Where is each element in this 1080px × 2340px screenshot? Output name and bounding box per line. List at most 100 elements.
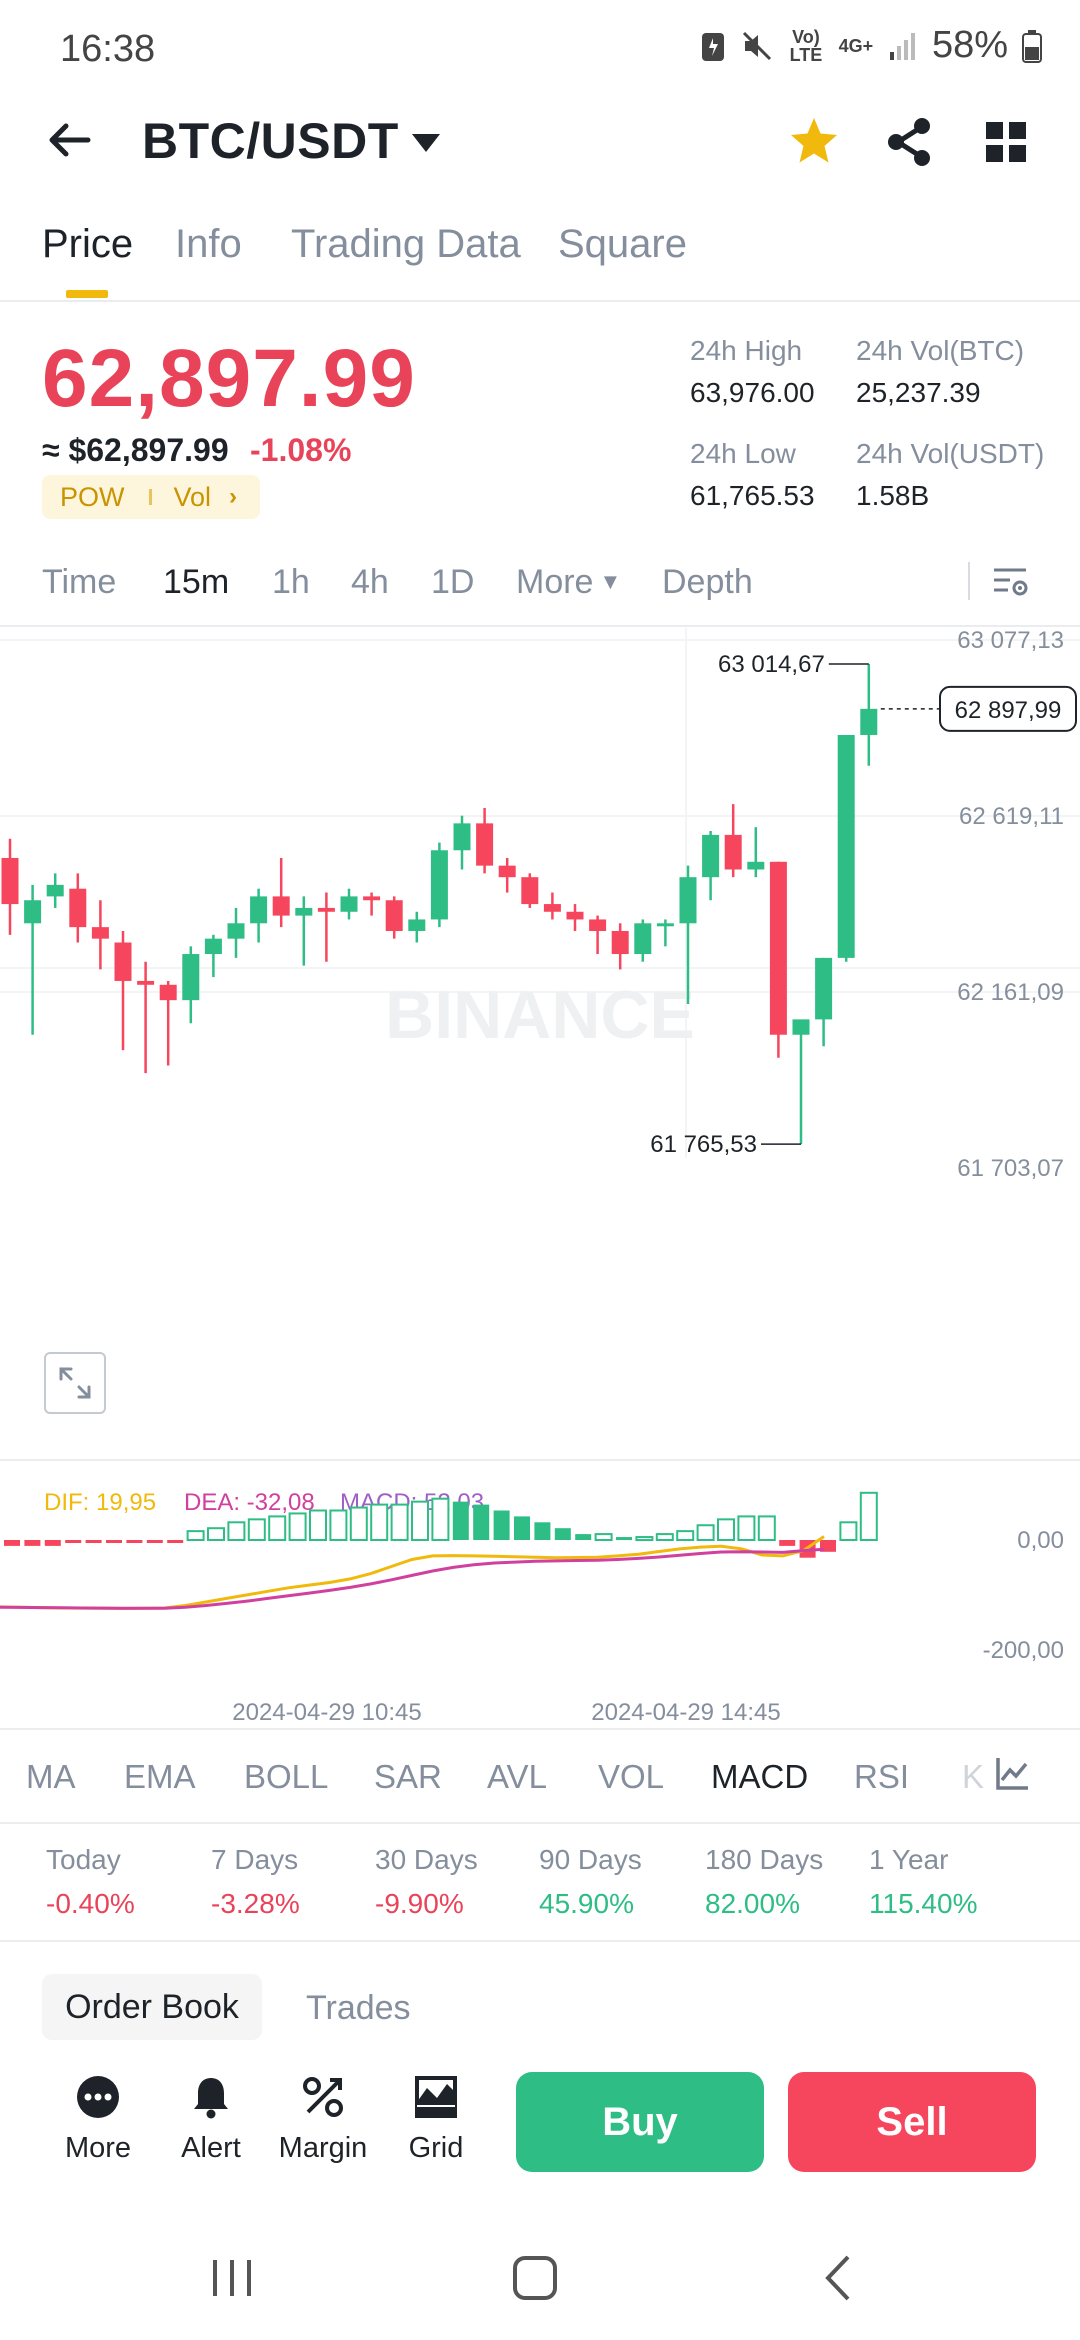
indicator-macd[interactable]: MACD bbox=[711, 1758, 808, 1796]
alert-button[interactable]: Alert bbox=[161, 2072, 261, 2182]
interval-1h[interactable]: 1h bbox=[272, 563, 310, 602]
margin-button[interactable]: Margin bbox=[273, 2072, 373, 2182]
candle-body bbox=[724, 834, 742, 870]
recent-apps-button[interactable] bbox=[192, 2238, 272, 2318]
indicator-vol[interactable]: VOL bbox=[598, 1758, 664, 1796]
tab-square[interactable]: Square bbox=[558, 222, 687, 267]
vol-btc-value: 25,237.39 bbox=[856, 377, 981, 408]
divider bbox=[0, 300, 1080, 302]
signal-icon bbox=[889, 32, 915, 60]
macd-bar bbox=[146, 1540, 163, 1543]
candle-body bbox=[611, 930, 629, 955]
indicator-avl[interactable]: AVL bbox=[487, 1758, 547, 1796]
dif-line bbox=[0, 1535, 825, 1611]
macd-bar bbox=[390, 1503, 409, 1541]
pow-tag: POW bbox=[60, 481, 125, 512]
perf-value-90d: 45.90% bbox=[539, 1888, 634, 1919]
tab-price[interactable]: Price bbox=[42, 222, 133, 267]
chart-settings-icon[interactable] bbox=[990, 562, 1030, 602]
perf-label-7d: 7 Days bbox=[211, 1844, 299, 1875]
indicator-rsi[interactable]: RSI bbox=[854, 1758, 909, 1796]
network-lte-label: Vo) LTE bbox=[789, 26, 823, 65]
macd-bar bbox=[4, 1540, 20, 1546]
macd-bar bbox=[24, 1540, 41, 1546]
battery-saver-icon bbox=[701, 32, 724, 61]
candle-body bbox=[747, 861, 765, 870]
candle-body bbox=[317, 907, 335, 912]
macd-y-tick: 0,00 bbox=[1017, 1527, 1064, 1554]
caret-down-icon: ▼ bbox=[599, 569, 622, 594]
candle-body bbox=[521, 877, 539, 905]
macd-bar bbox=[268, 1515, 287, 1542]
perf-label-1y: 1 Year bbox=[869, 1844, 949, 1875]
candlestick-chart[interactable]: BINANCE 62 897,99 63 077,13 62 619,11 62 1… bbox=[0, 628, 1080, 1726]
macd-bar bbox=[696, 1524, 715, 1541]
candle-body bbox=[408, 919, 426, 931]
macd-bar bbox=[207, 1527, 225, 1542]
candle-body bbox=[656, 923, 674, 927]
macd-bar bbox=[349, 1506, 368, 1541]
indicator-boll[interactable]: BOLL bbox=[244, 1758, 328, 1796]
active-tab-indicator bbox=[66, 290, 108, 298]
interval-time[interactable]: Time bbox=[42, 563, 116, 602]
expand-icon bbox=[59, 1367, 91, 1399]
macd-bar bbox=[186, 1530, 205, 1542]
macd-bar bbox=[452, 1501, 469, 1540]
interval-separator bbox=[968, 562, 970, 600]
vol-btc-label: 24h Vol(BTC) bbox=[856, 335, 1025, 366]
perf-label-today: Today bbox=[46, 1844, 121, 1875]
x-tick-label: 2024-04-29 14:45 bbox=[591, 1699, 781, 1726]
interval-15m[interactable]: 15m bbox=[163, 563, 229, 602]
more-button[interactable]: More bbox=[48, 2072, 148, 2182]
fullscreen-button[interactable] bbox=[44, 1352, 106, 1414]
chart-grid bbox=[0, 628, 1080, 1158]
candle-body bbox=[46, 884, 64, 897]
battery-percent: 58% bbox=[931, 24, 1008, 66]
interval-depth[interactable]: Depth bbox=[662, 563, 753, 602]
share-icon[interactable] bbox=[882, 114, 938, 170]
star-icon[interactable] bbox=[786, 114, 842, 170]
grid-button[interactable]: Grid bbox=[386, 2072, 486, 2182]
back-button[interactable] bbox=[40, 110, 100, 170]
tab-trading-data[interactable]: Trading Data bbox=[291, 222, 521, 267]
macd-bar bbox=[431, 1497, 450, 1542]
candle-body bbox=[702, 834, 720, 878]
candle-body bbox=[453, 823, 471, 851]
nav-back-button[interactable] bbox=[798, 2238, 878, 2318]
macd-panel: DIF: 19,95DEA: -32,08MACD: 52,030,00-200… bbox=[0, 1489, 1064, 1664]
indicator-ma[interactable]: MA bbox=[26, 1758, 76, 1796]
tab-order-book[interactable]: Order Book bbox=[42, 1974, 262, 2040]
x-tick-label: 2024-04-29 10:45 bbox=[232, 1699, 422, 1726]
tab-info[interactable]: Info bbox=[175, 222, 242, 267]
bell-icon bbox=[194, 2078, 228, 2119]
perf-value-7d: -3.28% bbox=[211, 1888, 300, 1919]
tab-trades[interactable]: Trades bbox=[306, 1989, 411, 2028]
pair-title[interactable]: BTC/USDT bbox=[142, 112, 399, 170]
candle-body bbox=[589, 919, 607, 931]
tag-badge[interactable]: POW Vol › bbox=[42, 475, 260, 519]
macd-bar bbox=[44, 1540, 61, 1546]
indicator-settings-icon[interactable] bbox=[992, 1754, 1032, 1794]
sell-button[interactable]: Sell bbox=[788, 2072, 1036, 2172]
candle-body bbox=[837, 734, 855, 958]
macd-bar bbox=[717, 1518, 735, 1541]
home-icon bbox=[513, 2256, 557, 2300]
candle-body bbox=[385, 900, 403, 931]
home-button[interactable] bbox=[495, 2238, 575, 2318]
divider bbox=[0, 1728, 1080, 1730]
buy-button[interactable]: Buy bbox=[516, 2072, 764, 2172]
min-price-label: 61 765,53 bbox=[650, 1131, 757, 1158]
indicator-ema[interactable]: EMA bbox=[124, 1758, 196, 1796]
interval-1d[interactable]: 1D bbox=[431, 563, 474, 602]
macd-bar bbox=[227, 1521, 246, 1541]
alert-label: Alert bbox=[181, 2132, 241, 2164]
grid-layout-icon[interactable] bbox=[980, 116, 1032, 168]
interval-4h[interactable]: 4h bbox=[351, 563, 389, 602]
indicator-k[interactable]: K bbox=[962, 1758, 984, 1796]
macd-bar bbox=[554, 1528, 571, 1540]
indicator-sar[interactable]: SAR bbox=[374, 1758, 442, 1796]
interval-more[interactable]: More ▼ bbox=[516, 563, 621, 602]
caret-down-icon[interactable] bbox=[408, 128, 444, 158]
macd-bar bbox=[514, 1516, 530, 1540]
macd-bar bbox=[779, 1540, 796, 1546]
